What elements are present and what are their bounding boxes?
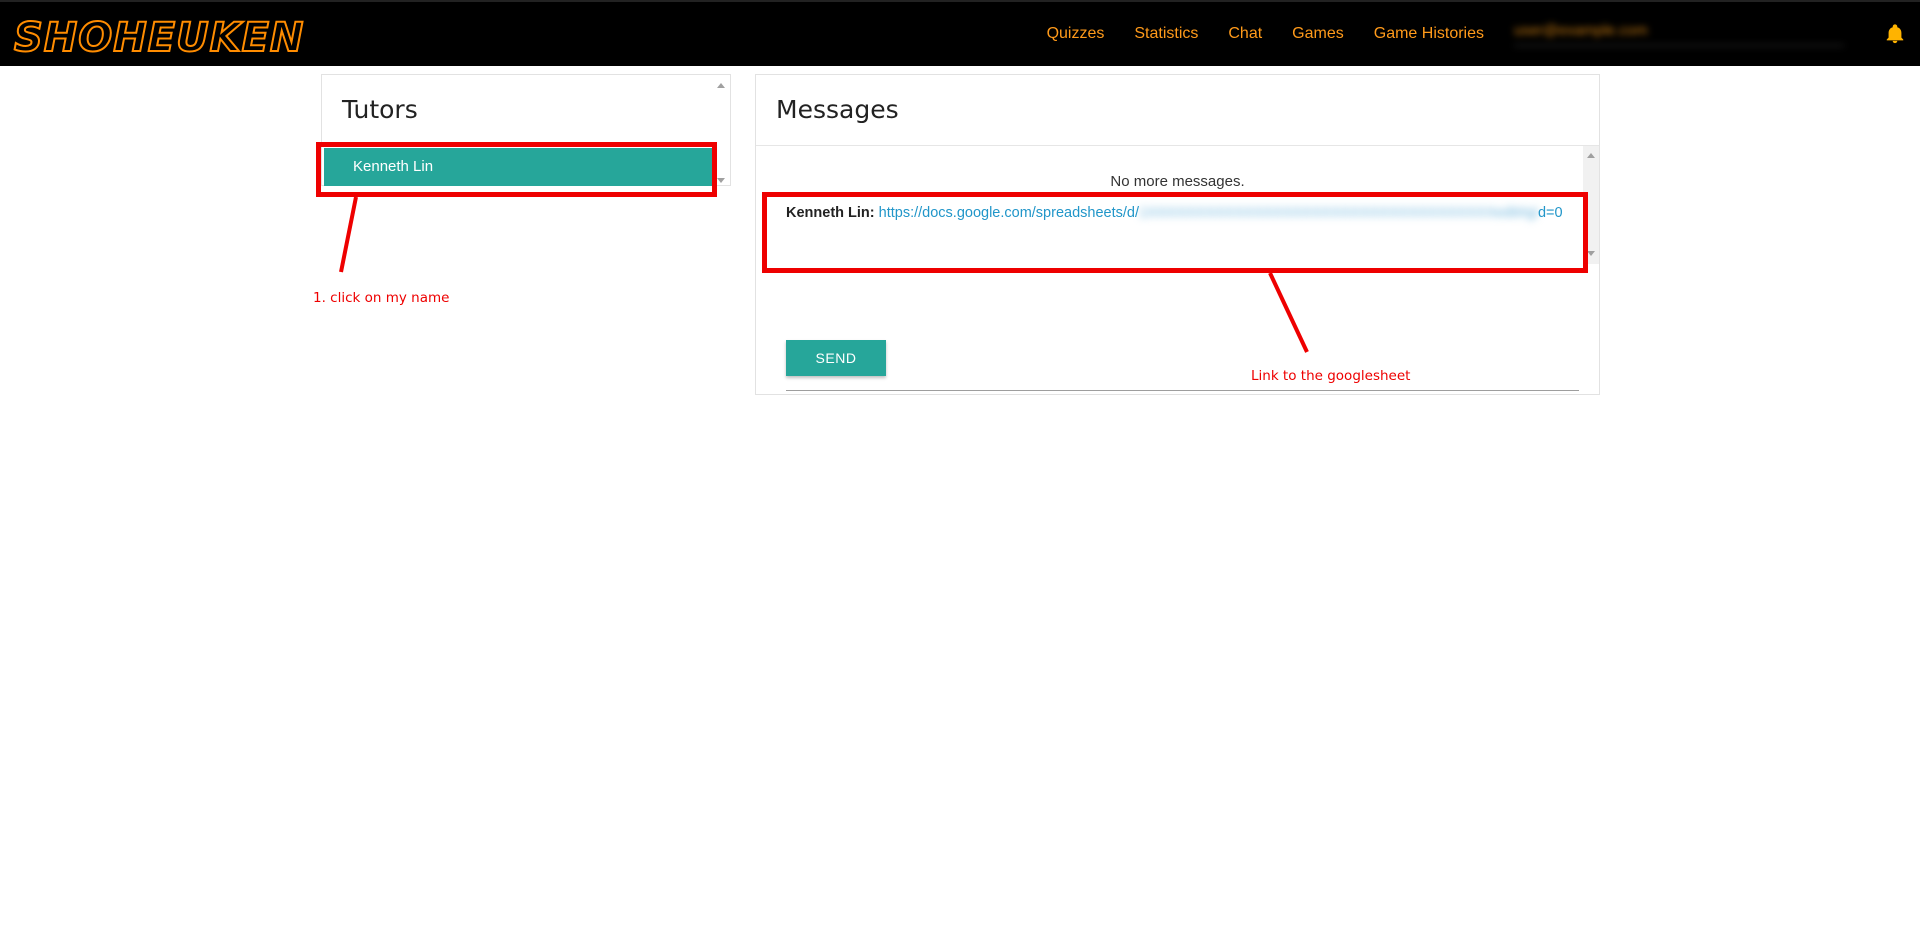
nav-links: Quizzes Statistics Chat Games Game Histo… xyxy=(1047,2,1920,66)
nav-link-quizzes[interactable]: Quizzes xyxy=(1047,25,1105,43)
top-navbar: SHOHEUKEN Quizzes Statistics Chat Games … xyxy=(0,0,1920,66)
message-input[interactable] xyxy=(786,317,1579,391)
messages-title: Messages xyxy=(776,95,899,124)
no-more-messages-text: No more messages. xyxy=(1110,173,1245,190)
nav-link-game-histories[interactable]: Game Histories xyxy=(1374,25,1484,43)
messages-scroll-up-icon[interactable] xyxy=(1587,153,1595,158)
annotation-line-step1 xyxy=(339,196,358,273)
messages-header: Messages xyxy=(756,75,1599,146)
annotation-box-link xyxy=(762,192,1588,273)
account-dropdown[interactable]: user@example.com xyxy=(1514,22,1844,46)
bell-icon[interactable] xyxy=(1884,23,1906,45)
tutors-title: Tutors xyxy=(342,95,418,124)
nav-link-statistics[interactable]: Statistics xyxy=(1134,25,1198,43)
annotation-step1-text: 1. click on my name xyxy=(313,290,450,306)
app-logo[interactable]: SHOHEUKEN xyxy=(13,15,304,61)
annotation-box-tutor xyxy=(316,142,717,197)
tutors-scroll-down-icon[interactable] xyxy=(717,178,725,183)
messages-scroll-down-icon[interactable] xyxy=(1587,251,1595,256)
tutors-scroll-up-icon[interactable] xyxy=(717,83,725,88)
annotation-link-text: Link to the googlesheet xyxy=(1251,368,1411,384)
nav-link-chat[interactable]: Chat xyxy=(1228,25,1262,43)
send-button[interactable]: SEND xyxy=(786,340,886,376)
nav-link-games[interactable]: Games xyxy=(1292,25,1344,43)
